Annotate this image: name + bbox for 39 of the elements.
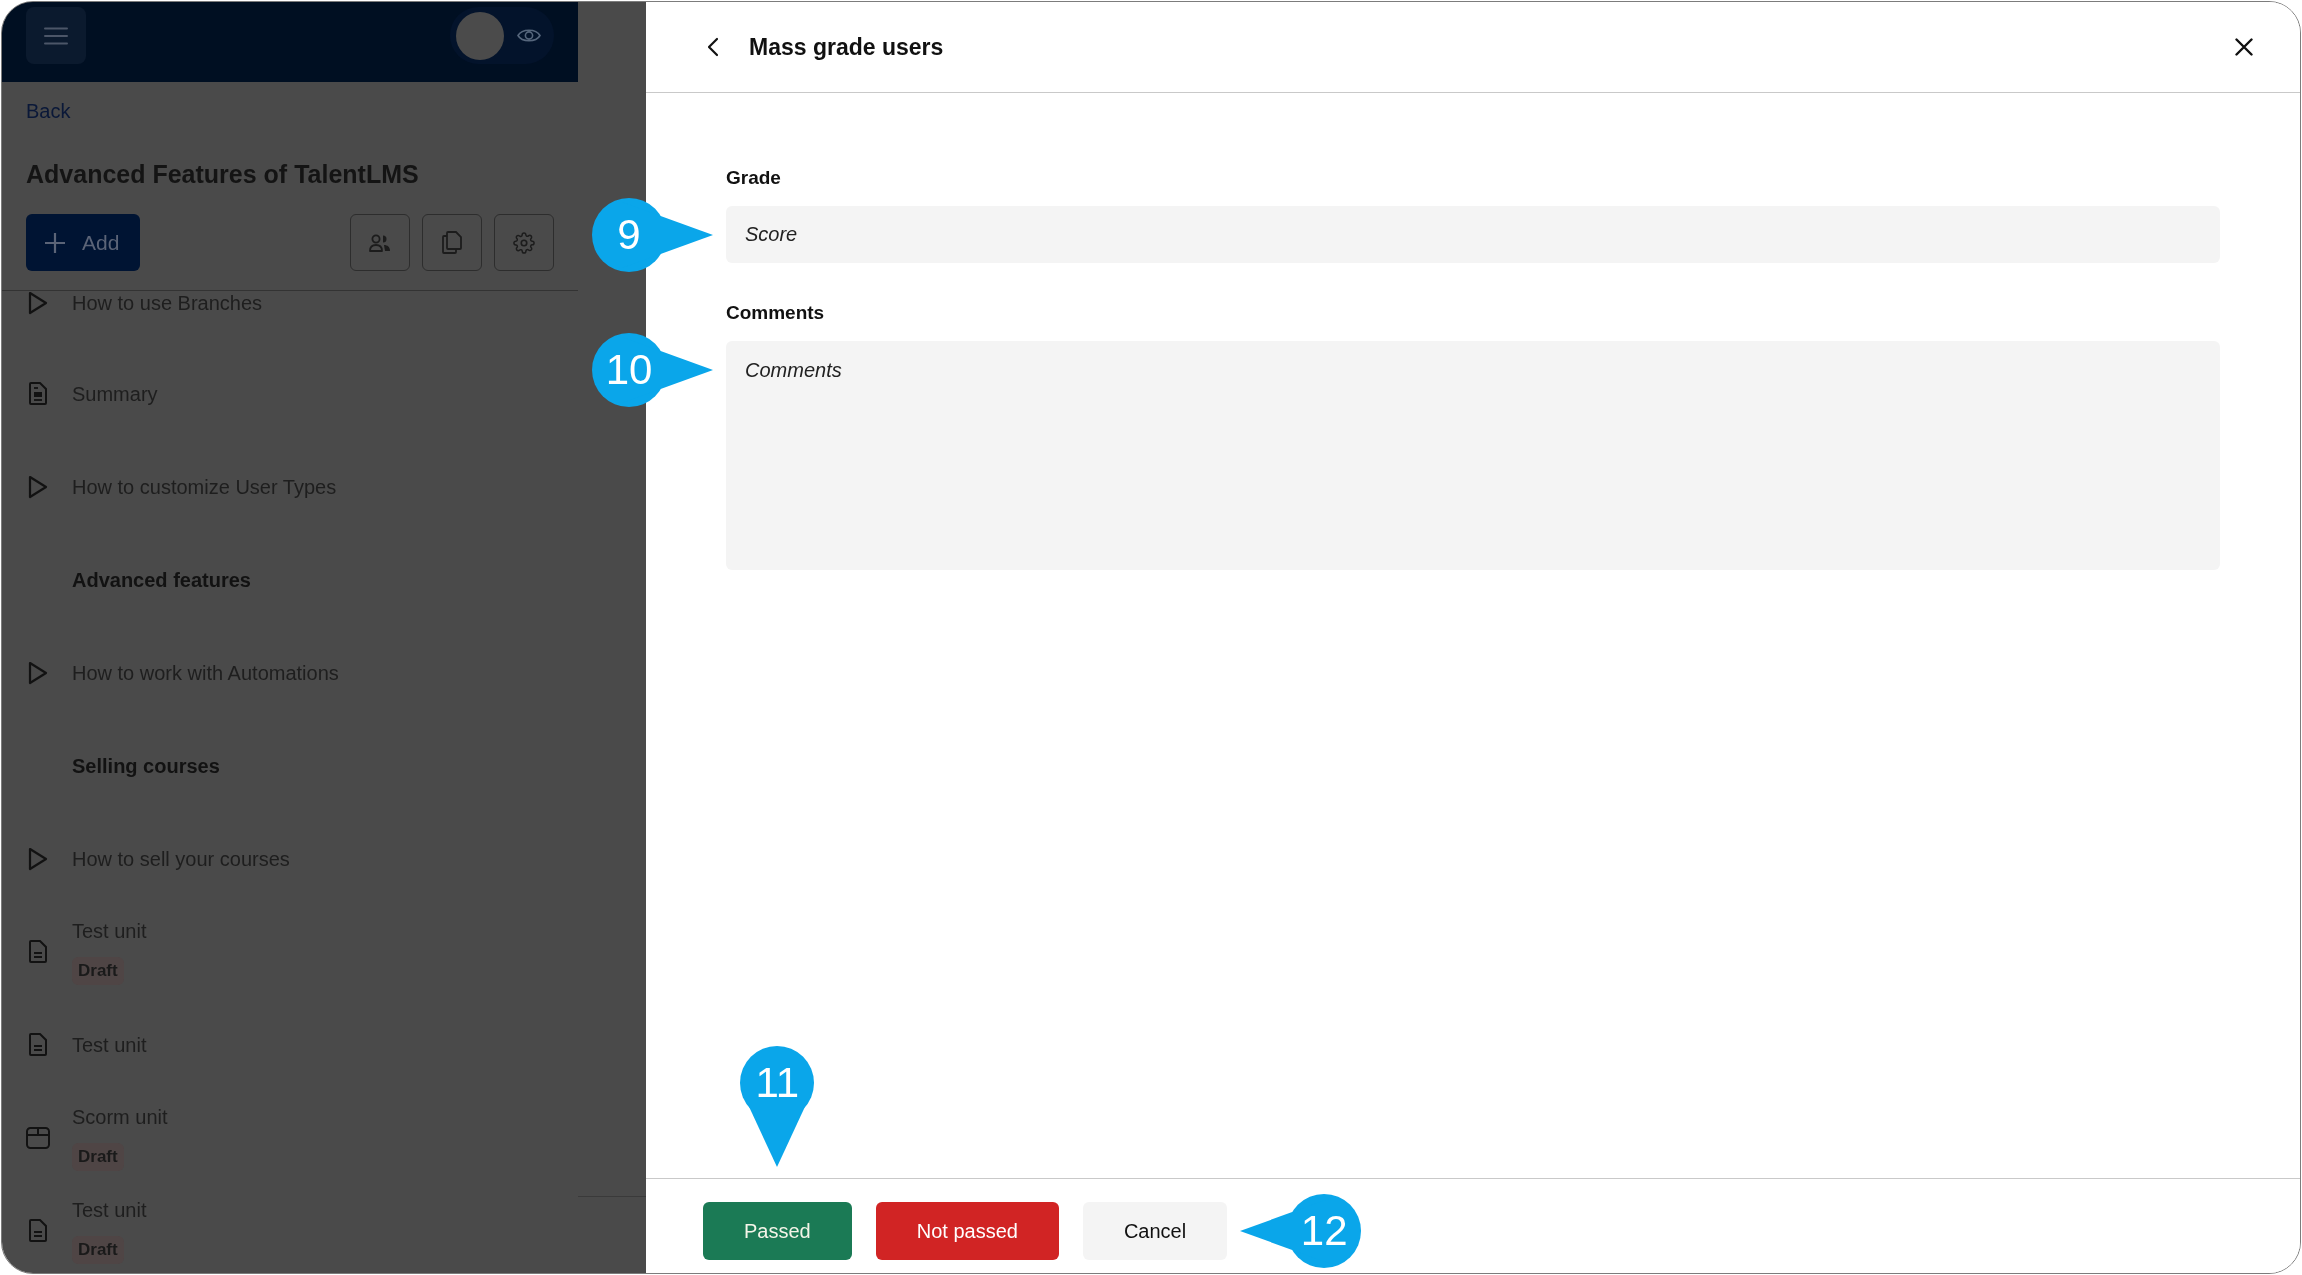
copy-icon xyxy=(442,231,462,254)
comments-field[interactable]: Comments xyxy=(726,341,2220,570)
close-icon xyxy=(2235,38,2253,56)
field-label: Comments xyxy=(726,301,826,325)
users-icon xyxy=(369,233,391,252)
back-button[interactable] xyxy=(707,37,719,57)
drawer-title: Mass grade users xyxy=(749,32,944,62)
not-passed-button[interactable]: Not passed xyxy=(875,1202,1059,1260)
document-icon xyxy=(29,940,47,963)
callout-pin: 10 xyxy=(592,333,713,407)
field-label: Grade xyxy=(726,166,782,190)
plus-icon xyxy=(44,231,66,254)
play-icon xyxy=(28,474,48,499)
document-icon xyxy=(29,1033,47,1056)
menu-icon xyxy=(44,26,68,45)
callout-pin: 11 xyxy=(740,1046,815,1167)
passed-button[interactable]: Passed xyxy=(703,1202,852,1260)
section-title: Selling courses xyxy=(72,753,220,778)
back-link[interactable]: Back xyxy=(26,99,71,123)
chevron-left-icon xyxy=(707,37,719,57)
cancel-button[interactable]: Cancel xyxy=(1082,1202,1228,1260)
callout-pin: 9 xyxy=(592,198,713,272)
section-title: Advanced features xyxy=(72,567,251,592)
document-icon xyxy=(29,1219,47,1242)
settings-button[interactable] xyxy=(494,214,554,271)
add-button[interactable]: Add xyxy=(26,214,140,271)
play-icon xyxy=(28,660,48,685)
package-icon xyxy=(26,1126,50,1149)
eye-icon xyxy=(517,27,541,44)
settings-icon xyxy=(513,231,535,254)
users-button[interactable] xyxy=(350,214,410,271)
play-icon xyxy=(28,846,48,871)
callout-pin: 12 xyxy=(1240,1194,1362,1268)
score-field[interactable]: Score xyxy=(726,206,2220,263)
menu-button[interactable] xyxy=(26,7,86,64)
play-icon xyxy=(28,291,48,315)
document-icon xyxy=(29,382,47,405)
copy-button[interactable] xyxy=(422,214,482,271)
close-button[interactable] xyxy=(2235,38,2253,56)
